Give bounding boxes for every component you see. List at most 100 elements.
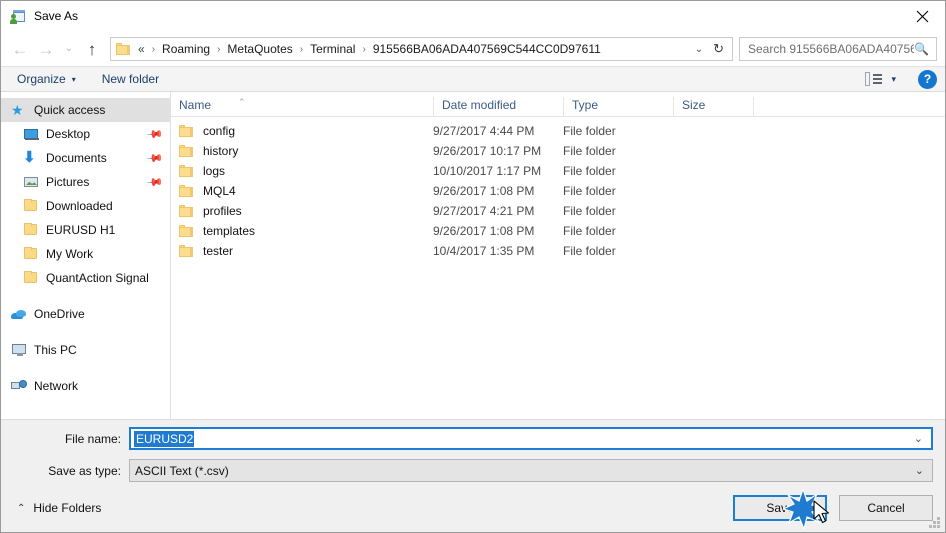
address-bar[interactable]: « › Roaming › MetaQuotes › Terminal › 91… [110, 37, 733, 61]
file-name-cell: config [171, 124, 433, 139]
file-name-input[interactable]: EURUSD2 ⌄ [129, 427, 933, 450]
sidebar-item-my-work[interactable]: My Work [1, 242, 170, 266]
date-modified-cell: 10/4/2017 1:35 PM [433, 244, 535, 258]
navigation-bar: ← → ⌄ ↑ « › Roaming › MetaQuotes › Termi… [1, 32, 945, 66]
type-cell: File folder [563, 124, 616, 138]
sidebar-item-network[interactable]: Network [1, 374, 170, 398]
table-row[interactable]: tester 10/4/2017 1:35 PM File folder [171, 241, 945, 261]
address-bar-controls: ⌄ ↻ [687, 41, 732, 57]
type-cell: File folder [563, 184, 616, 198]
search-icon: 🔍 [914, 42, 929, 56]
sidebar-item-this-pc[interactable]: This PC [1, 338, 170, 362]
chevron-down-icon[interactable]: ⌄ [907, 464, 932, 477]
search-input[interactable]: Search 915566BA06ADA40756... [748, 42, 914, 56]
table-row[interactable]: logs 10/10/2017 1:17 PM File folder [171, 161, 945, 181]
chevron-down-icon[interactable]: ▾ [891, 74, 896, 85]
file-name-label: File name: [64, 431, 121, 446]
column-header-label: Name [179, 98, 212, 112]
back-arrow-icon: ← [11, 39, 29, 59]
pin-icon: 📌 [145, 125, 164, 144]
back-button[interactable]: ← [7, 36, 33, 62]
breadcrumb-item-roaming[interactable]: Roaming [159, 40, 213, 58]
search-box[interactable]: Search 915566BA06ADA40756... 🔍 [739, 37, 937, 61]
sidebar-item-downloaded[interactable]: Downloaded [1, 194, 170, 218]
folder-icon [179, 224, 195, 239]
chevron-down-icon: ▾ [71, 74, 76, 84]
save-button[interactable]: Save [733, 495, 827, 521]
organize-label: Organize [17, 72, 66, 86]
date-modified-cell: 9/26/2017 1:08 PM [433, 184, 535, 198]
sidebar-item-label: Desktop [46, 127, 91, 141]
pictures-icon [23, 174, 39, 190]
date-modified-cell: 9/26/2017 1:08 PM [433, 224, 535, 238]
chevron-down-icon[interactable]: ⌄ [906, 432, 931, 445]
breadcrumb-item-terminal-id[interactable]: 915566BA06ADA407569C544CC0D97611 [370, 40, 604, 58]
folder-icon [179, 124, 195, 139]
new-folder-button[interactable]: New folder [102, 72, 159, 86]
column-header-filler [753, 97, 945, 116]
column-header-type[interactable]: Type [563, 97, 673, 116]
column-header-date-modified[interactable]: Date modified [433, 97, 563, 116]
folder-icon [179, 204, 195, 219]
dialog-body: ★ Quick access Desktop 📌 ⬇ Documents 📌 P… [1, 92, 945, 419]
view-layout-icon[interactable] [865, 72, 883, 86]
file-name-label: tester [203, 244, 234, 258]
table-row[interactable]: history 9/26/2017 10:17 PM File folder [171, 141, 945, 161]
recent-locations-button[interactable]: ⌄ [59, 36, 79, 62]
pin-icon: 📌 [145, 149, 164, 168]
hide-folders-button[interactable]: ⌃ Hide Folders [9, 501, 101, 515]
sidebar-item-onedrive[interactable]: OneDrive [1, 302, 170, 326]
column-header-label: Size [682, 98, 706, 112]
table-row[interactable]: profiles 9/27/2017 4:21 PM File folder [171, 201, 945, 221]
save-as-type-value: ASCII Text (*.csv) [135, 463, 229, 478]
help-button[interactable]: ? [918, 69, 937, 89]
title-bar: Save As [1, 1, 945, 32]
breadcrumb-separator: › [299, 43, 304, 55]
chevron-down-icon: ⌄ [64, 43, 74, 54]
sidebar-item-label: This PC [34, 343, 77, 357]
forward-button[interactable]: → [33, 36, 59, 62]
folder-icon [179, 144, 195, 159]
folder-icon [23, 198, 39, 214]
cancel-button[interactable]: Cancel [839, 495, 933, 521]
window-title: Save As [34, 9, 79, 23]
action-buttons: Save Cancel [733, 495, 933, 521]
save-as-type-select[interactable]: ASCII Text (*.csv) ⌄ [129, 459, 933, 482]
save-as-app-icon [10, 9, 26, 25]
breadcrumb-item-metaquotes[interactable]: MetaQuotes [224, 40, 295, 58]
resize-grip[interactable] [929, 517, 941, 529]
sidebar-item-pictures[interactable]: Pictures 📌 [1, 170, 170, 194]
breadcrumb-overflow[interactable]: « [137, 40, 148, 58]
file-rows: config 9/27/2017 4:44 PM File folder his… [171, 117, 945, 419]
table-row[interactable]: MQL4 9/26/2017 1:08 PM File folder [171, 181, 945, 201]
table-row[interactable]: config 9/27/2017 4:44 PM File folder [171, 121, 945, 141]
sort-ascending-icon: ⌃ [238, 97, 246, 107]
type-cell: File folder [563, 204, 616, 218]
sidebar-item-eurusd-h1[interactable]: EURUSD H1 [1, 218, 170, 242]
column-header-name[interactable]: ⌃ Name [171, 97, 433, 116]
save-as-dialog: Save As ← → ⌄ ↑ « › Roaming › MetaQuotes… [0, 0, 946, 533]
sidebar-item-documents[interactable]: ⬇ Documents 📌 [1, 146, 170, 170]
organize-button[interactable]: Organize ▾ [17, 72, 76, 86]
dialog-footer: File name: EURUSD2 ⌄ Save as type: ASCII… [1, 419, 945, 532]
new-folder-label: New folder [101, 72, 160, 86]
table-row[interactable]: templates 9/26/2017 1:08 PM File folder [171, 221, 945, 241]
file-name-label: MQL4 [203, 184, 236, 198]
type-cell: File folder [563, 164, 616, 178]
up-button[interactable]: ↑ [79, 36, 105, 62]
column-header-size[interactable]: Size [673, 97, 753, 116]
breadcrumb-item-terminal[interactable]: Terminal [307, 40, 358, 58]
sidebar-item-quantaction-signal[interactable]: QuantAction Signal [1, 266, 170, 290]
sidebar-item-quick-access[interactable]: ★ Quick access [1, 98, 170, 122]
sidebar-item-desktop[interactable]: Desktop 📌 [1, 122, 170, 146]
file-name-label: logs [203, 164, 226, 178]
refresh-icon[interactable]: ↻ [711, 41, 732, 57]
sidebar-item-label: EURUSD H1 [46, 223, 116, 237]
hide-folders-label: Hide Folders [33, 501, 102, 515]
file-name-row: File name: EURUSD2 ⌄ [1, 425, 945, 452]
sidebar-item-label: Documents [46, 151, 107, 165]
chevron-down-icon[interactable]: ⌄ [687, 44, 711, 55]
close-button[interactable] [899, 1, 945, 32]
